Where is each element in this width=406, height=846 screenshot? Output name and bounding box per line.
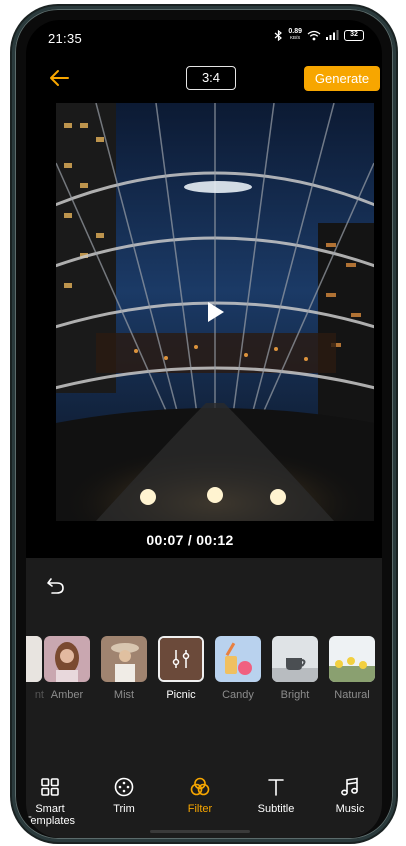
filter-label: Picnic: [166, 689, 196, 701]
filter-icon: [190, 777, 210, 796]
volume-button: [12, 259, 15, 319]
nav-trim[interactable]: Trim: [92, 776, 156, 815]
filter-label: Natural: [334, 689, 370, 701]
filter-thumbnail: [329, 636, 375, 682]
editor-top-bar: 3:4 Generate: [26, 56, 382, 100]
filter-thumbnail: [272, 636, 318, 682]
status-bar: 21:35 0.89 KB/S 32: [26, 20, 382, 56]
play-icon[interactable]: [203, 299, 227, 325]
signal-icon: [326, 30, 339, 40]
generate-button[interactable]: Generate: [304, 66, 380, 91]
filter-item-picnic[interactable]: Picnic: [156, 636, 206, 701]
filter-item-natural[interactable]: Natural: [327, 636, 377, 701]
filter-item-bright[interactable]: Bright: [270, 636, 320, 701]
filter-thumbnail: [215, 636, 261, 682]
nav-subtitle[interactable]: Subtitle: [244, 776, 308, 815]
arrow-left-icon[interactable]: [48, 68, 70, 88]
status-icons: 0.89 KB/S 32: [274, 28, 364, 41]
filter-thumbnail: [101, 636, 147, 682]
nav-filter[interactable]: Filter: [168, 776, 232, 815]
trim-icon: [114, 777, 134, 797]
filter-label: Bright: [280, 689, 310, 701]
video-preview[interactable]: [56, 103, 374, 521]
filter-item-amber[interactable]: Amber: [42, 636, 92, 701]
nav-label: Trim: [113, 803, 135, 815]
app-screen: 21:35 0.89 KB/S 32 3:4 Generate 00:07 / …: [26, 20, 382, 838]
undo-icon[interactable]: [46, 576, 66, 596]
filter-label: Candy: [222, 689, 254, 701]
bottom-toolbar: Smart Templates Trim Filter Subtitle Mus…: [26, 776, 382, 836]
home-indicator[interactable]: [150, 830, 250, 833]
edit-panel: nt Amber Mist Picnic Candy Bright Natura…: [26, 558, 382, 838]
filter-label: Amber: [50, 689, 84, 701]
battery-indicator: 32: [344, 29, 364, 41]
filter-item-candy[interactable]: Candy: [213, 636, 263, 701]
nav-label: Music: [335, 803, 365, 815]
filter-thumbnail: [26, 636, 42, 682]
wifi-icon: [307, 30, 321, 40]
nav-label: Filter: [187, 803, 213, 815]
filter-list[interactable]: nt Amber Mist Picnic Candy Bright Natura…: [26, 636, 382, 716]
aspect-ratio-button[interactable]: 3:4: [186, 66, 236, 90]
text-icon: [268, 779, 284, 796]
nav-label: Subtitle: [257, 803, 295, 815]
filter-thumbnail: [158, 636, 204, 682]
nav-music[interactable]: Music: [318, 776, 382, 815]
bluetooth-icon: [274, 29, 283, 41]
music-note-icon: [341, 777, 358, 796]
playback-time: 00:07 / 00:12: [146, 532, 234, 548]
filter-item-mist[interactable]: Mist: [99, 636, 149, 701]
status-time: 21:35: [48, 31, 83, 46]
nav-label: Smart Templates: [26, 803, 76, 827]
nav-smart-templates[interactable]: Smart Templates: [26, 776, 82, 827]
network-speed: 0.89 KB/S: [288, 28, 302, 40]
filter-label: Mist: [113, 689, 135, 701]
filter-thumbnail: [44, 636, 90, 682]
grid-icon: [41, 778, 59, 796]
